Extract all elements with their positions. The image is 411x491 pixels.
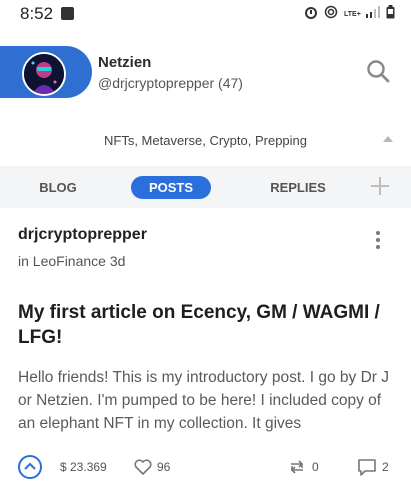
signal-icon (366, 5, 380, 23)
tab-blog[interactable]: BLOG (30, 176, 86, 199)
profile-header: Netzien @drjcryptoprepper (47) (0, 40, 411, 102)
profile-tags[interactable]: NFTs, Metaverse, Crypto, Prepping (0, 118, 411, 162)
profile-tabs: BLOG POSTS REPLIES (0, 166, 411, 208)
post-actions: $ 23.369 96 0 2 (0, 450, 411, 486)
upvote-chevron-icon[interactable] (18, 455, 42, 479)
tags-text: NFTs, Metaverse, Crypto, Prepping (103, 133, 308, 148)
user-handle: @drjcryptoprepper (47) (98, 75, 243, 91)
post-title[interactable]: My first article on Ecency, GM / WAGMI /… (18, 300, 388, 350)
post-author[interactable]: drjcryptoprepper (18, 226, 147, 244)
alarm-icon (304, 5, 318, 24)
battery-icon (386, 4, 395, 24)
comment-icon[interactable] (357, 457, 377, 477)
search-icon[interactable] (365, 58, 391, 84)
plus-icon[interactable] (369, 175, 391, 197)
avatar-banner (0, 46, 92, 98)
tab-posts[interactable]: POSTS (131, 176, 211, 199)
notification-icon (61, 7, 74, 20)
status-bar: 8:52 LTE+ (0, 0, 411, 28)
hotspot-icon (324, 5, 338, 24)
avatar[interactable] (22, 52, 66, 96)
caret-up-icon[interactable] (383, 136, 393, 142)
status-time: 8:52 (20, 4, 54, 23)
reblog-icon[interactable] (287, 458, 307, 476)
post-excerpt[interactable]: Hello friends! This is my introductory p… (18, 366, 394, 435)
reblog-count[interactable]: 0 (312, 460, 319, 474)
lte-label: LTE+ (344, 10, 361, 18)
status-icons: LTE+ (304, 4, 395, 24)
post-meta[interactable]: in LeoFinance 3d (18, 253, 125, 269)
tab-replies[interactable]: REPLIES (262, 176, 334, 199)
more-vertical-icon[interactable] (375, 231, 381, 253)
likes-count[interactable]: 96 (157, 460, 170, 474)
payout-amount[interactable]: $ 23.369 (60, 460, 107, 474)
heart-icon[interactable] (133, 457, 153, 477)
display-name: Netzien (98, 54, 152, 71)
comments-count[interactable]: 2 (382, 460, 389, 474)
